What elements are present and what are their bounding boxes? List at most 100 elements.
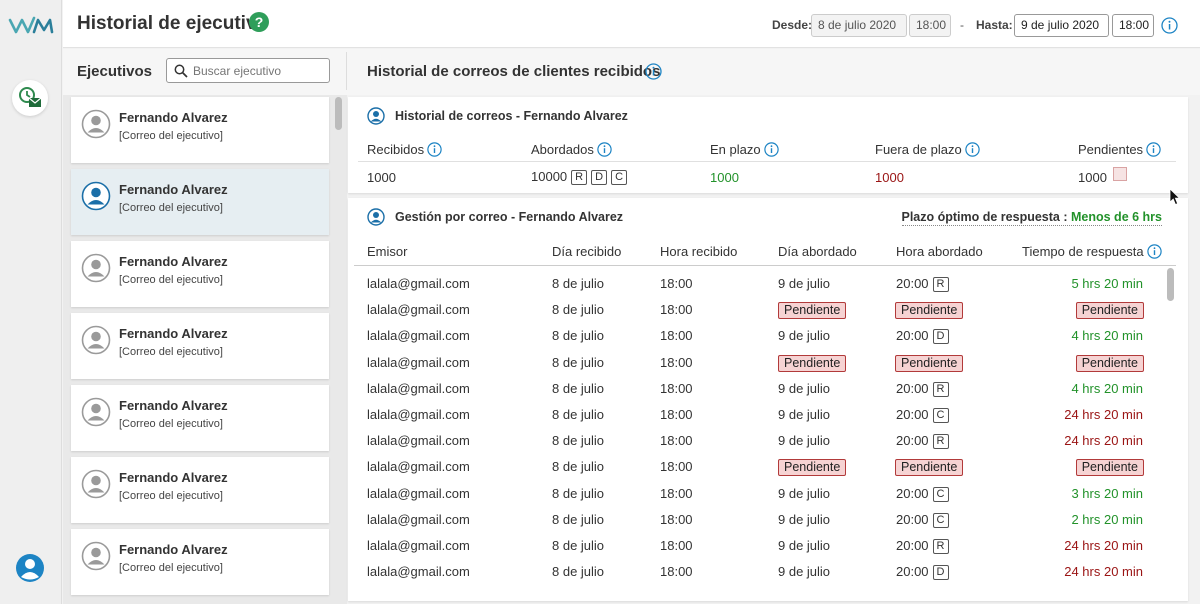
from-time-field[interactable]: 18:00 xyxy=(909,14,951,37)
cell-response-time: 24 hrs 20 min xyxy=(1064,407,1143,422)
handling-type-badge[interactable]: C xyxy=(932,487,949,502)
hour-received: 18:00 xyxy=(660,486,693,501)
to-date-field[interactable]: 9 de julio 2020 xyxy=(1014,14,1109,37)
sender: lalala@gmail.com xyxy=(367,407,470,422)
main-header: Historial de correos de clientes recibid… xyxy=(347,49,1200,95)
day-received: 8 de julio xyxy=(552,355,605,370)
info-icon[interactable] xyxy=(645,63,662,80)
th-hour-handled[interactable]: Hora abordado xyxy=(896,244,983,259)
day-handled: 9 de julio xyxy=(778,564,831,579)
handling-type-badge[interactable]: R xyxy=(932,434,949,449)
cell-response-time: 24 hrs 20 min xyxy=(1064,538,1143,553)
cell-hour-received: 18:00 xyxy=(660,538,693,553)
response-time: 5 hrs 20 min xyxy=(1071,276,1143,291)
sender: lalala@gmail.com xyxy=(367,486,470,501)
info-icon[interactable] xyxy=(1146,244,1162,259)
cell-sender: lalala@gmail.com xyxy=(367,564,470,579)
handling-type-badge[interactable]: D xyxy=(932,565,949,580)
hour-handled: 20:00 xyxy=(896,276,929,291)
handled-value-cell: 10000 R D C xyxy=(531,169,628,185)
cell-sender: lalala@gmail.com xyxy=(367,381,470,396)
info-icon[interactable] xyxy=(427,142,442,157)
executive-card[interactable]: Fernando Alvarez [Correo del ejecutivo] xyxy=(71,313,329,379)
cell-hour-handled: Pendiente xyxy=(895,302,964,319)
late-value: 1000 xyxy=(875,170,904,185)
executive-name: Fernando Alvarez xyxy=(119,110,228,125)
executive-card[interactable]: Fernando Alvarez [Correo del ejecutivo] xyxy=(71,457,329,523)
handling-type-badge[interactable]: R xyxy=(932,382,949,397)
handling-type-badge[interactable]: R xyxy=(932,539,949,554)
main-title: Historial de correos de clientes recibid… xyxy=(367,63,661,80)
user-icon xyxy=(367,107,385,125)
cell-hour-handled: Pendiente xyxy=(895,459,964,476)
cell-sender: lalala@gmail.com xyxy=(367,355,470,370)
cell-sender: lalala@gmail.com xyxy=(367,328,470,343)
cell-hour-received: 18:00 xyxy=(660,276,693,291)
executive-card[interactable]: Fernando Alvarez [Correo del ejecutivo] xyxy=(71,529,329,595)
th-response-time-cell[interactable]: Tiempo de respuesta xyxy=(1022,244,1162,259)
col-on-time-header: En plazo xyxy=(710,142,779,157)
cell-hour-received: 18:00 xyxy=(660,302,693,317)
mail-history-nav-button[interactable] xyxy=(12,80,48,116)
th-day-received[interactable]: Día recibido xyxy=(552,244,621,259)
cell-response-time: Pendiente xyxy=(1075,355,1144,372)
wm-logo-icon[interactable] xyxy=(8,12,54,38)
info-icon[interactable] xyxy=(597,142,612,157)
executives-list[interactable]: Fernando Alvarez [Correo del ejecutivo] Fe… xyxy=(63,95,347,604)
cell-day-received: 8 de julio xyxy=(552,538,604,553)
badge-c[interactable]: C xyxy=(611,170,628,185)
day-received: 8 de julio xyxy=(552,433,605,448)
info-icon[interactable] xyxy=(1146,142,1161,157)
handling-type-badge[interactable]: C xyxy=(932,513,949,528)
on-time-value: 1000 xyxy=(710,170,739,185)
executive-card[interactable]: Fernando Alvarez [Correo del ejecutivo] xyxy=(71,169,329,235)
executive-email: [Correo del ejecutivo] xyxy=(119,202,223,214)
day-handled: 9 de julio xyxy=(778,486,831,501)
detail-scrollbar[interactable] xyxy=(1167,268,1174,301)
info-icon[interactable] xyxy=(763,142,779,157)
handling-type-badge[interactable]: R xyxy=(932,277,949,292)
cell-response-time: 2 hrs 20 min xyxy=(1071,512,1143,527)
cell-day-handled: 9 de julio xyxy=(778,564,830,579)
handling-type-badge[interactable]: C xyxy=(932,408,949,423)
hour-received: 18:00 xyxy=(660,433,693,448)
info-icon[interactable] xyxy=(1161,17,1178,34)
executive-name: Fernando Alvarez xyxy=(119,470,228,485)
th-sender[interactable]: Emisor xyxy=(367,244,407,259)
hour-received: 18:00 xyxy=(660,355,693,370)
sender: lalala@gmail.com xyxy=(367,302,470,317)
executives-scrollbar[interactable] xyxy=(335,97,342,130)
th-day-handled[interactable]: Día abordado xyxy=(778,244,857,259)
summary-title: Historial de correos - Fernando Alvarez xyxy=(395,109,628,123)
cell-day-received: 8 de julio xyxy=(552,302,604,317)
info-icon[interactable] xyxy=(965,142,980,157)
user-avatar-icon[interactable] xyxy=(15,553,45,583)
executive-card[interactable]: Fernando Alvarez [Correo del ejecutivo] xyxy=(71,241,329,307)
cell-day-handled: 9 de julio xyxy=(778,512,830,527)
cell-hour-received: 18:00 xyxy=(660,512,693,527)
cell-hour-handled: 20:00 R xyxy=(896,276,949,292)
badge-d[interactable]: D xyxy=(591,170,608,185)
from-date-field[interactable]: 8 de julio 2020 xyxy=(811,14,907,37)
user-icon xyxy=(81,541,111,571)
cell-hour-received: 18:00 xyxy=(660,459,693,474)
search-input[interactable] xyxy=(193,62,323,80)
th-hour-received[interactable]: Hora recibido xyxy=(660,244,737,259)
day-received: 8 de julio xyxy=(552,512,605,527)
badge-r[interactable]: R xyxy=(571,170,588,185)
sender: lalala@gmail.com xyxy=(367,381,470,396)
executive-card[interactable]: Fernando Alvarez [Correo del ejecutivo] xyxy=(71,385,329,451)
hour-handled: 20:00 xyxy=(896,433,929,448)
to-time-field[interactable]: 18:00 xyxy=(1112,14,1154,37)
user-icon xyxy=(81,469,111,499)
sender: lalala@gmail.com xyxy=(367,355,470,370)
hour-received: 18:00 xyxy=(660,302,693,317)
search-box[interactable] xyxy=(166,58,330,83)
help-icon[interactable]: ? xyxy=(249,12,269,32)
executive-email: [Correo del ejecutivo] xyxy=(119,562,223,574)
executive-card[interactable]: Fernando Alvarez [Correo del ejecutivo] xyxy=(71,97,329,163)
handling-type-badge[interactable]: D xyxy=(932,329,949,344)
response-time: 24 hrs 20 min xyxy=(1064,564,1143,579)
hour-received: 18:00 xyxy=(660,381,693,396)
pending-filter-checkbox[interactable] xyxy=(1113,167,1127,181)
